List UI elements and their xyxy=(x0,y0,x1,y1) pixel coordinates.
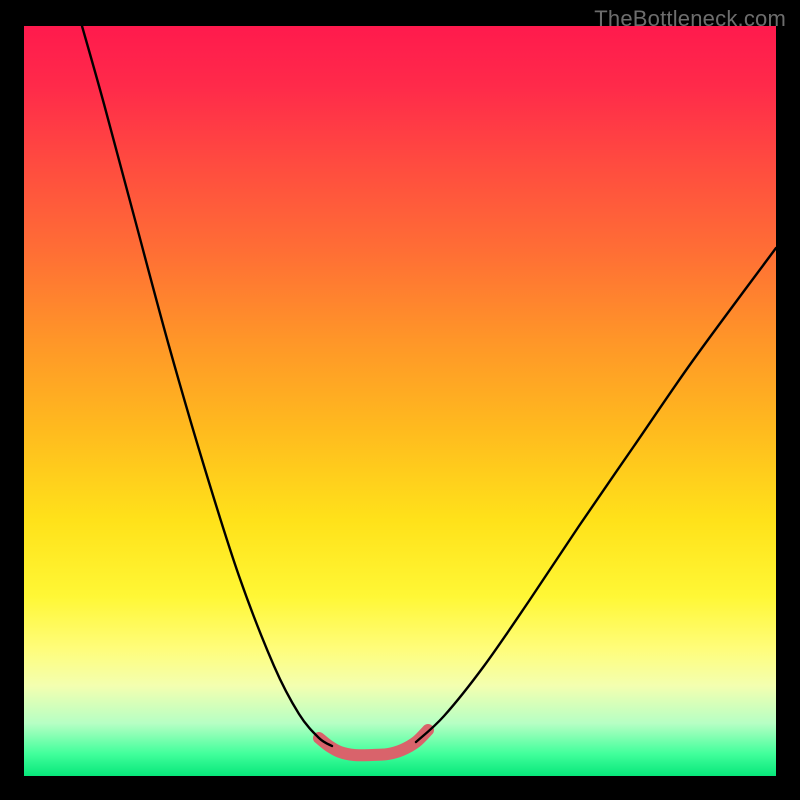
left-curve-path xyxy=(82,26,332,746)
curve-layer xyxy=(24,26,776,776)
plot-area xyxy=(24,26,776,776)
chart-frame: TheBottleneck.com xyxy=(0,0,800,800)
right-curve-path xyxy=(416,248,776,742)
valley-highlight-path xyxy=(319,730,428,755)
watermark-text: TheBottleneck.com xyxy=(594,6,786,32)
